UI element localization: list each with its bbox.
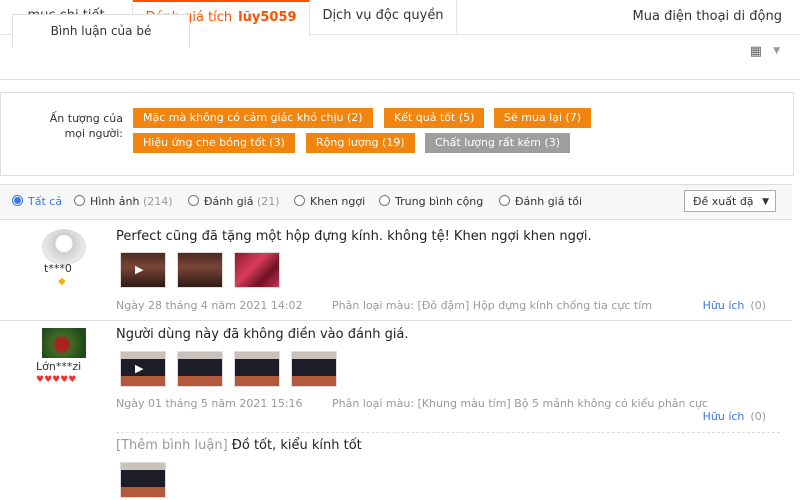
diamond-badge-icon: ◆: [58, 276, 66, 287]
review-date: Ngày 01 tháng 5 năm 2021 15:16: [116, 397, 303, 410]
filter-label: Hình ảnh: [90, 195, 140, 208]
tab-reviews-count: lũy5059: [238, 10, 297, 25]
review-video-thumbnail[interactable]: ▶: [120, 252, 166, 288]
impression-tag[interactable]: Kết quả tốt (5): [384, 108, 485, 128]
filter-label: Trung bình cộng: [395, 195, 484, 208]
useful-count: (0): [750, 410, 766, 423]
review-photo-thumbnail[interactable]: [291, 351, 337, 387]
impressions-label-line1: Ấn tượng của: [49, 112, 123, 125]
useful-count: (0): [750, 299, 766, 312]
review-photo-thumbnail[interactable]: [177, 252, 223, 288]
play-icon: ▶: [135, 362, 144, 375]
review-variant: Phân loại màu: [Khung màu tím] Bộ 5 mảnh…: [332, 397, 709, 410]
impression-tag[interactable]: Mặc mà không có cảm giác khó chịu (2): [133, 108, 373, 128]
sort-dropdown[interactable]: Đề xuất đặ ▼: [684, 190, 776, 212]
useful-button[interactable]: Hữu ích (0): [703, 299, 766, 312]
filter-count: (214): [142, 195, 173, 208]
impression-tag[interactable]: Sẽ mua lại (7): [494, 108, 592, 128]
impressions-label-line2: mọi người:: [64, 127, 123, 140]
filter-bar: Tất cả Hình ảnh (214) Đánh giá (21) Khen…: [0, 184, 792, 220]
review-photo-thumbnail[interactable]: [234, 351, 280, 387]
append-text: Đồ tốt, kiểu kính tốt: [231, 438, 362, 453]
impression-tag[interactable]: Hiệu ứng che bóng tốt (3): [133, 133, 295, 153]
radio-icon: [379, 195, 390, 206]
tab-exclusive-label: Dịch vụ độc quyền: [322, 8, 444, 23]
filter-label: Khen ngợi: [310, 195, 366, 208]
qr-code-icon[interactable]: ▦: [750, 44, 762, 59]
radio-icon: [74, 195, 85, 206]
review-photo-thumbnail[interactable]: [177, 351, 223, 387]
filter-label: Đánh giá tồi: [515, 195, 583, 208]
impressions-label: Ấn tượng của mọi người:: [15, 111, 123, 141]
chevron-down-icon: ▼: [762, 197, 769, 207]
buy-on-mobile-link[interactable]: Mua điện thoại di động: [633, 0, 782, 34]
impressions-panel: Ấn tượng của mọi người: Mặc mà không có …: [0, 92, 794, 176]
chevron-down-icon[interactable]: ▼: [773, 46, 780, 56]
filter-label: Tất cả: [28, 195, 63, 208]
review-variant: Phân loại màu: [Đô đậm] Hộp đựng kính ch…: [332, 299, 652, 312]
radio-checked-icon: [12, 195, 23, 206]
review-content: Perfect cũng đã tặng một hộp đựng kính. …: [116, 229, 592, 244]
review-video-thumbnail[interactable]: ▶: [120, 351, 166, 387]
filter-negative[interactable]: Đánh giá tồi: [499, 195, 582, 208]
avatar: [42, 328, 86, 358]
review-item: t***0 ◆ Perfect cũng đã tặng một hộp đựn…: [0, 219, 792, 319]
review-date: Ngày 28 tháng 4 năm 2021 14:02: [116, 299, 303, 312]
radio-icon: [188, 195, 199, 206]
filter-label: Đánh giá: [204, 195, 254, 208]
avatar: [42, 229, 86, 265]
impression-tag[interactable]: Rộng lượng (19): [306, 133, 415, 153]
filter-reviews[interactable]: Đánh giá (21): [188, 195, 280, 208]
filter-count: (21): [256, 195, 280, 208]
review-username: t***0: [44, 262, 72, 275]
append-prefix: [Thêm bình luận]: [116, 438, 228, 453]
review-username: Lớn***zi: [36, 360, 82, 373]
filter-average[interactable]: Trung bình cộng: [379, 195, 483, 208]
review-photo-thumbnail[interactable]: [234, 252, 280, 288]
radio-icon: [499, 195, 510, 206]
subtab-comments-label: Bình luận của bé: [50, 24, 152, 38]
append-divider: [116, 432, 780, 433]
play-icon: ▶: [135, 263, 144, 276]
review-content: Người dùng này đã không điền vào đánh gi…: [116, 327, 409, 342]
review-item: Lớn***zi ♥♥♥♥♥ Người dùng này đã không đ…: [0, 320, 792, 500]
radio-icon: [294, 195, 305, 206]
sort-label: Đề xuất đặ: [693, 195, 754, 208]
useful-button[interactable]: Hữu ích (0): [703, 410, 766, 423]
filter-all[interactable]: Tất cả: [12, 195, 62, 208]
subtab-comments[interactable]: Bình luận của bé: [12, 14, 190, 48]
review-photo-thumbnail[interactable]: [120, 462, 166, 498]
heart-level-icon: ♥♥♥♥♥: [36, 375, 77, 385]
useful-label: Hữu ích: [702, 299, 745, 312]
filter-positive[interactable]: Khen ngợi: [294, 195, 365, 208]
impression-tag[interactable]: Chất lượng rất kém (3): [425, 133, 571, 153]
filter-images[interactable]: Hình ảnh (214): [74, 195, 173, 208]
appended-comment: [Thêm bình luận] Đồ tốt, kiểu kính tốt: [116, 438, 362, 453]
useful-label: Hữu ích: [702, 410, 745, 423]
tab-exclusive-service[interactable]: Dịch vụ độc quyền: [310, 0, 457, 34]
subtab-divider: [0, 79, 800, 80]
